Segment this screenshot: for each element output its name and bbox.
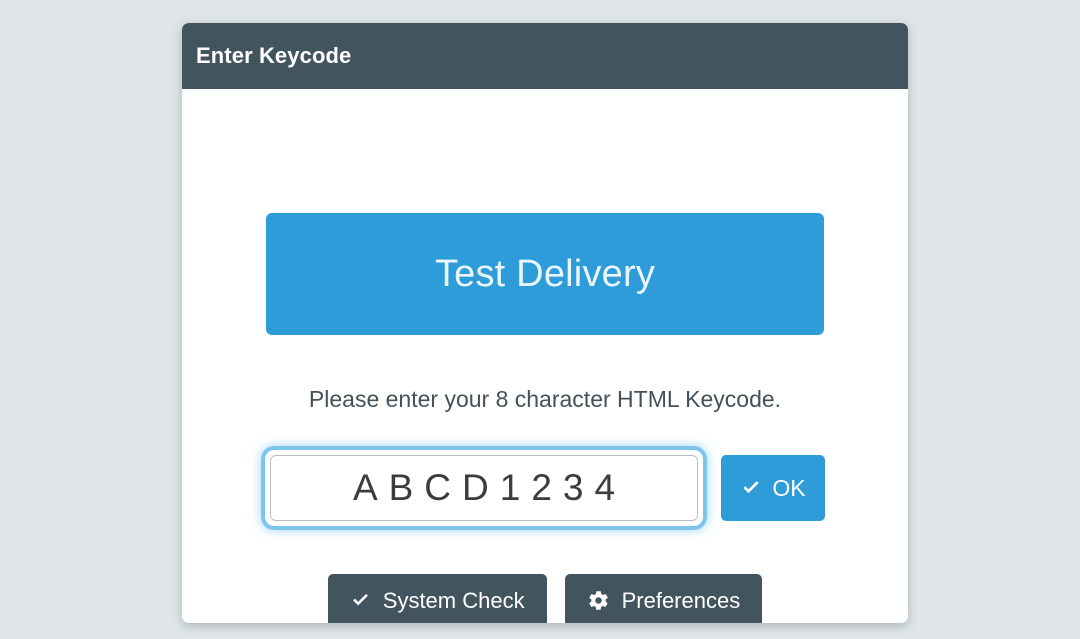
dialog-actions: System Check Preferences [182, 574, 908, 623]
ok-button-label: OK [772, 474, 806, 501]
test-delivery-banner[interactable]: Test Delivery [266, 213, 824, 335]
gear-icon [587, 589, 610, 612]
ok-button[interactable]: OK [721, 455, 825, 521]
preferences-button-label: Preferences [621, 587, 741, 613]
keycode-input-wrapper[interactable] [265, 450, 703, 526]
system-check-button[interactable]: System Check [327, 574, 547, 623]
preferences-button[interactable]: Preferences [564, 574, 763, 623]
check-icon [740, 477, 762, 499]
system-check-button-label: System Check [382, 587, 525, 613]
dialog-header: Enter Keycode [182, 23, 908, 89]
page-title: Enter Keycode [196, 43, 352, 68]
keycode-row: OK [182, 450, 908, 526]
screen: Enter Keycode Test Delivery Please enter… [0, 0, 1080, 639]
enter-keycode-dialog: Enter Keycode Test Delivery Please enter… [182, 23, 908, 623]
footer-branding: Surpass - Powering Assessment [637, 621, 896, 623]
keycode-input[interactable] [270, 455, 698, 521]
check-icon [350, 590, 371, 611]
test-delivery-banner-label: Test Delivery [434, 252, 656, 295]
dialog-body: Test Delivery Please enter your 8 charac… [182, 89, 908, 623]
keycode-instruction: Please enter your 8 character HTML Keyco… [308, 386, 782, 412]
